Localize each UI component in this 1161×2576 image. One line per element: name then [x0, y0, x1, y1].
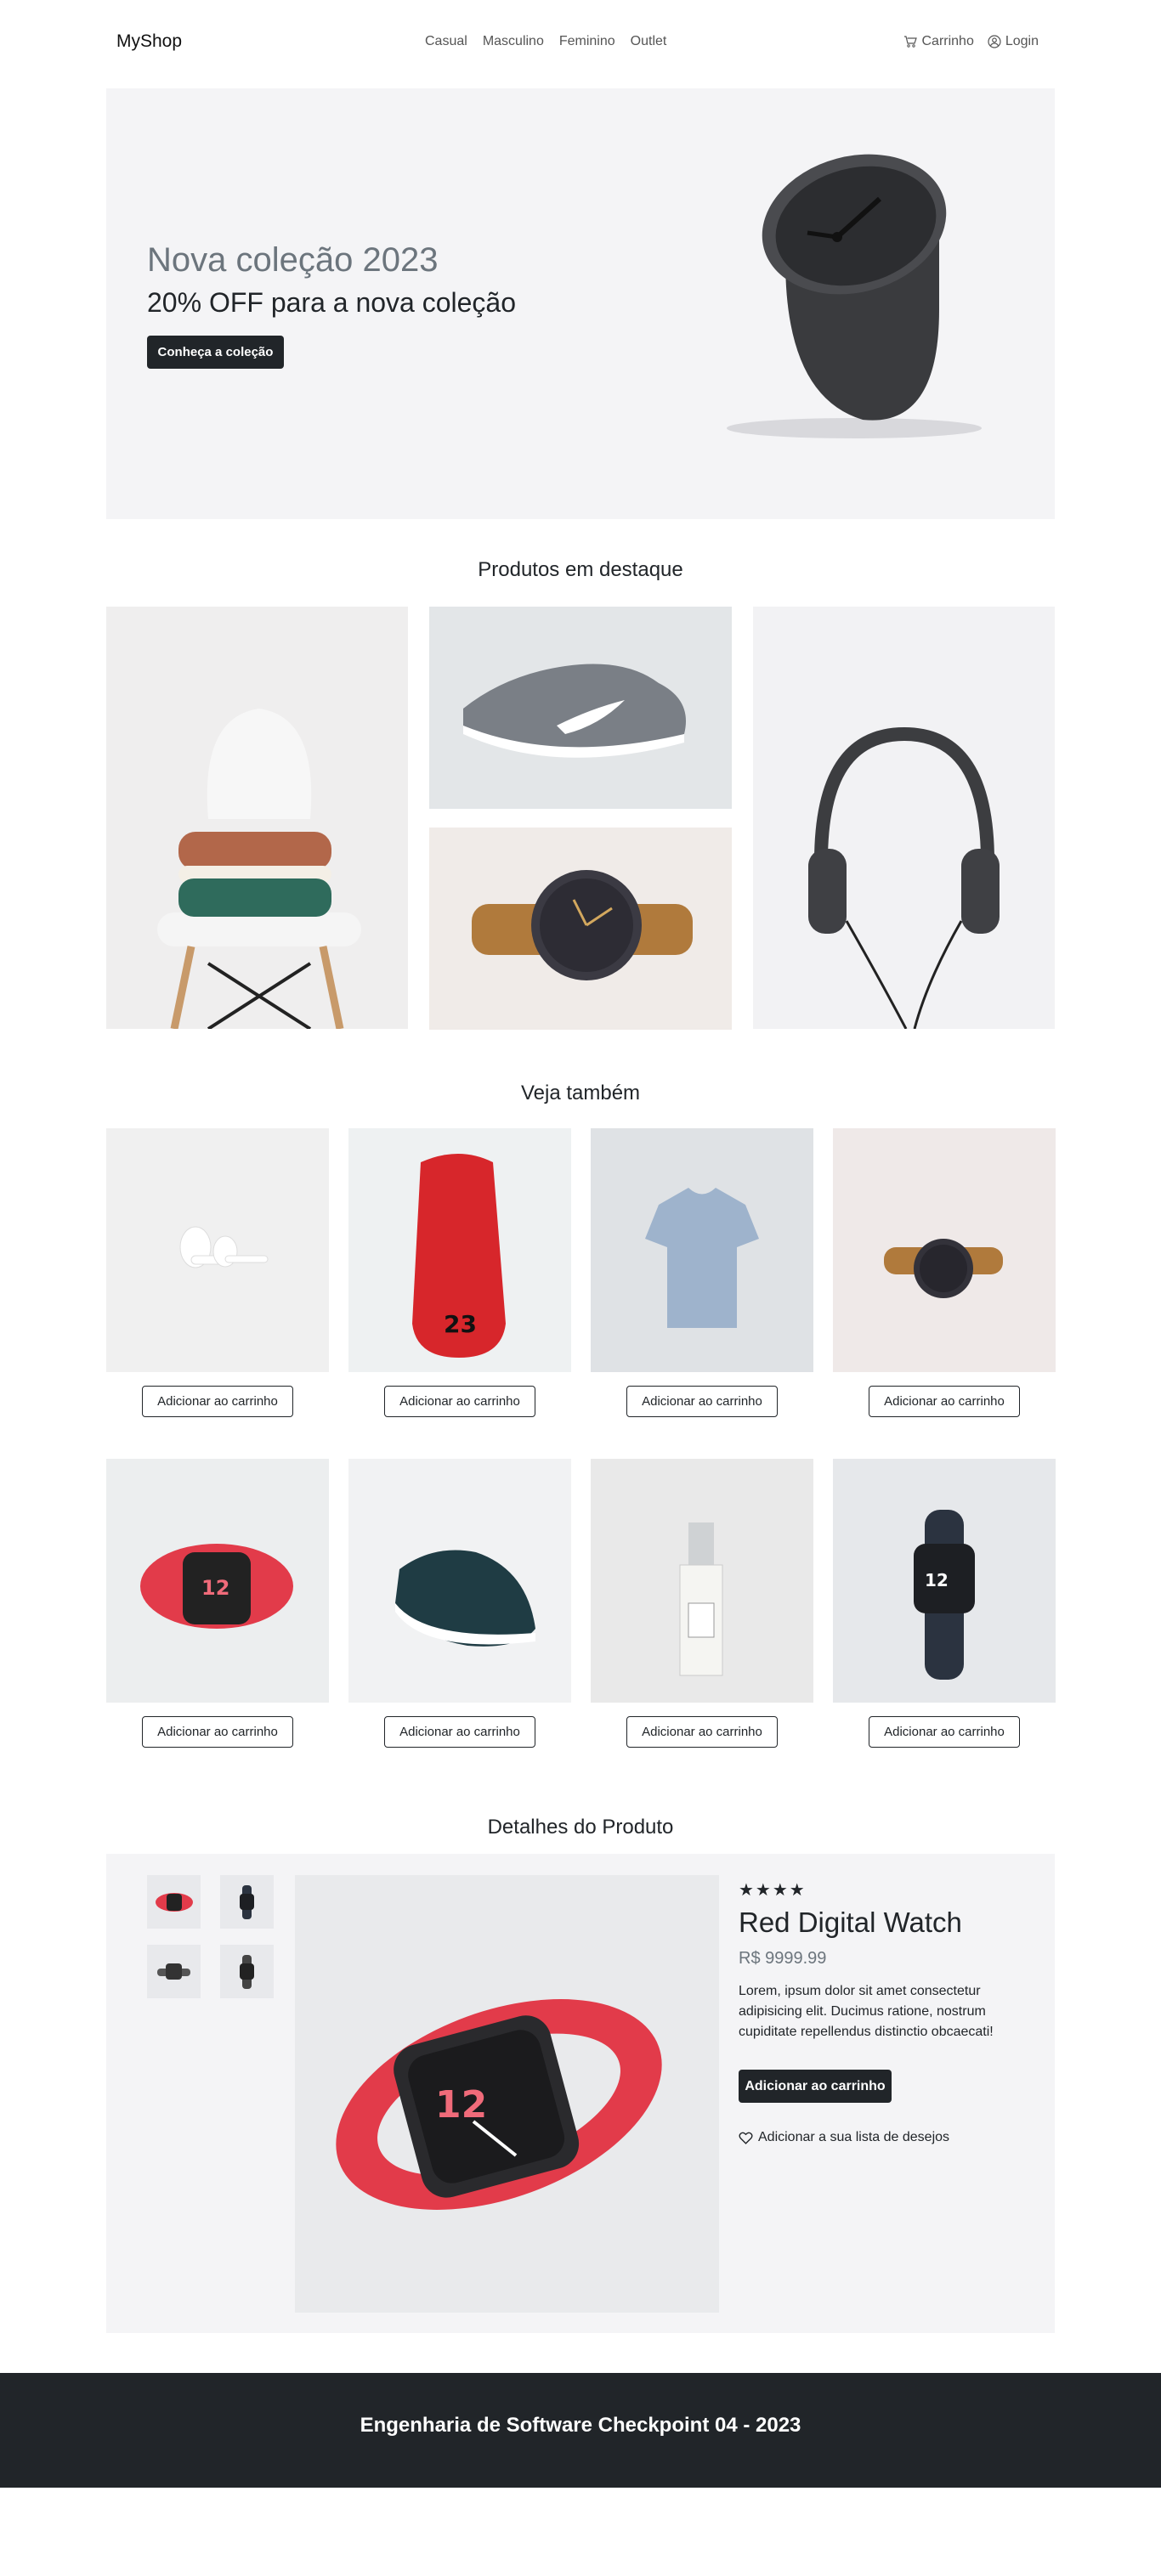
sweaters-on-chair-image[interactable]: [106, 607, 408, 1029]
hero-banner: Nova coleção 2023 20% OFF para a nova co…: [106, 88, 1055, 519]
nav-actions: Carrinho Login: [903, 34, 1039, 49]
product-price: R$ 9999.99: [739, 1949, 827, 1968]
product-card: Adicionar ao carrinho: [591, 1459, 813, 1748]
product-main-image: 12: [295, 1875, 719, 2313]
wishlist-label: Adicionar a sua lista de desejos: [758, 2130, 950, 2144]
add-to-cart-button[interactable]: Adicionar ao carrinho: [626, 1386, 778, 1417]
hero-cta-button[interactable]: Conheça a coleção: [147, 336, 284, 369]
nav-links: Casual Masculino Feminino Outlet: [425, 34, 666, 49]
add-to-cart-button[interactable]: Adicionar ao carrinho: [384, 1386, 535, 1417]
product-card: 12 Adicionar ao carrinho: [833, 1459, 1056, 1748]
svg-text:12: 12: [925, 1570, 949, 1590]
nav-link-masculino[interactable]: Masculino: [483, 34, 544, 49]
heart-icon: [739, 2132, 753, 2144]
nav-link-casual[interactable]: Casual: [425, 34, 467, 49]
thumbnail-dark-watch[interactable]: [220, 1945, 274, 1998]
teal-sneaker-image[interactable]: [348, 1459, 571, 1703]
rating-stars: ★★★★: [739, 1881, 807, 1900]
svg-text:23: 23: [444, 1310, 477, 1338]
product-card: Adicionar ao carrinho: [833, 1128, 1056, 1417]
thumbnail-silver-watch[interactable]: [147, 1945, 201, 1998]
see-also-section-title: Veja também: [520, 1082, 641, 1104]
hero-subtitle: 20% OFF para a nova coleção: [147, 287, 517, 318]
product-card: Adicionar ao carrinho: [106, 1128, 329, 1417]
add-to-cart-button[interactable]: Adicionar ao carrinho: [384, 1716, 535, 1748]
wristwatch-image[interactable]: [833, 1128, 1056, 1372]
login-link[interactable]: Login: [988, 34, 1039, 49]
product-details-panel: 12 ★★★★ Red Digital Watch R$ 9999.99 Lor…: [106, 1854, 1055, 2333]
footer-text: Engenharia de Software Checkpoint 04 - 2…: [360, 2414, 801, 2437]
product-description: Lorem, ipsum dolor sit amet consectetur …: [739, 1984, 994, 2039]
tshirt-image[interactable]: [591, 1128, 813, 1372]
featured-section-title: Produtos em destaque: [478, 558, 683, 581]
details-section-title: Detalhes do Produto: [487, 1816, 674, 1839]
red-smartwatch-image[interactable]: 12: [106, 1459, 329, 1703]
add-to-cart-button[interactable]: Adicionar ao carrinho: [739, 2070, 892, 2103]
add-to-cart-button[interactable]: Adicionar ao carrinho: [142, 1716, 293, 1748]
hero-title: Nova coleção 2023: [147, 241, 439, 279]
perfume-image[interactable]: [591, 1459, 813, 1703]
add-to-cart-button[interactable]: Adicionar ao carrinho: [869, 1716, 1020, 1748]
product-card: Adicionar ao carrinho: [591, 1128, 813, 1417]
headphones-image[interactable]: [753, 607, 1055, 1029]
svg-text:12: 12: [435, 2083, 487, 2127]
product-name: Red Digital Watch: [739, 1907, 962, 1938]
add-to-cart-button[interactable]: Adicionar ao carrinho: [626, 1716, 778, 1748]
product-card: 12 Adicionar ao carrinho: [106, 1459, 329, 1748]
product-card: 23 Adicionar ao carrinho: [348, 1128, 571, 1417]
add-to-cart-button[interactable]: Adicionar ao carrinho: [142, 1386, 293, 1417]
thumbnail-black-watch[interactable]: [220, 1875, 274, 1929]
user-circle-icon: [988, 35, 1001, 48]
sneaker-image[interactable]: [429, 607, 732, 809]
cart-icon: [904, 36, 918, 48]
thumbnail-red-watch[interactable]: [147, 1875, 201, 1929]
black-smartwatch-image[interactable]: 12: [833, 1459, 1056, 1703]
brand-logo[interactable]: MyShop: [116, 31, 182, 52]
svg-text:12: 12: [201, 1576, 229, 1600]
product-card: Adicionar ao carrinho: [348, 1459, 571, 1748]
nav-link-outlet[interactable]: Outlet: [631, 34, 667, 49]
navbar: MyShop Casual Masculino Feminino Outlet …: [0, 0, 1161, 88]
add-to-cart-button[interactable]: Adicionar ao carrinho: [869, 1386, 1020, 1417]
cart-link[interactable]: Carrinho: [903, 34, 974, 49]
footer: Engenharia de Software Checkpoint 04 - 2…: [0, 2373, 1161, 2488]
login-label: Login: [1005, 34, 1039, 48]
wristwatch-image[interactable]: [429, 828, 732, 1030]
nav-link-feminino[interactable]: Feminino: [559, 34, 615, 49]
wishlist-link[interactable]: Adicionar a sua lista de desejos: [739, 2130, 949, 2145]
red-sneaker-image[interactable]: 23: [348, 1128, 571, 1372]
earbuds-image[interactable]: [106, 1128, 329, 1372]
cart-label: Carrinho: [921, 34, 974, 48]
table-clock-image: [667, 139, 1007, 479]
